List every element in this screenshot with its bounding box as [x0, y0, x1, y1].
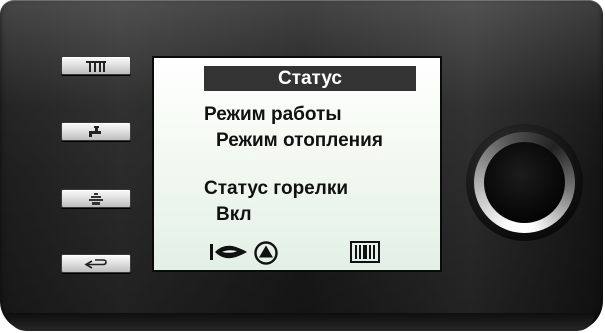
faucet-icon: [89, 125, 101, 137]
burner-status-value: Вкл: [216, 204, 252, 225]
radiator-status-icon: [350, 241, 380, 263]
knob-face[interactable]: [484, 142, 565, 223]
pump-icon: [254, 241, 278, 265]
settings-button[interactable]: [61, 189, 131, 208]
heating-menu-button[interactable]: [61, 56, 131, 75]
screen-title: Статус: [204, 66, 416, 91]
burner-flame-icon: [210, 244, 247, 260]
operating-mode-value: Режим отопления: [216, 130, 383, 151]
radiator-icon: [86, 60, 106, 72]
back-button[interactable]: [61, 254, 131, 273]
hot-water-button[interactable]: [61, 122, 131, 141]
settings-stack-icon: [89, 192, 103, 205]
operating-mode-label: Режим работы: [204, 104, 342, 125]
back-arrow-icon: [84, 258, 107, 269]
lcd-display: Статус Режим работы Режим отопления Стат…: [152, 56, 442, 272]
housing-base: [8, 313, 595, 331]
burner-status-label: Статус горелки: [204, 178, 349, 199]
